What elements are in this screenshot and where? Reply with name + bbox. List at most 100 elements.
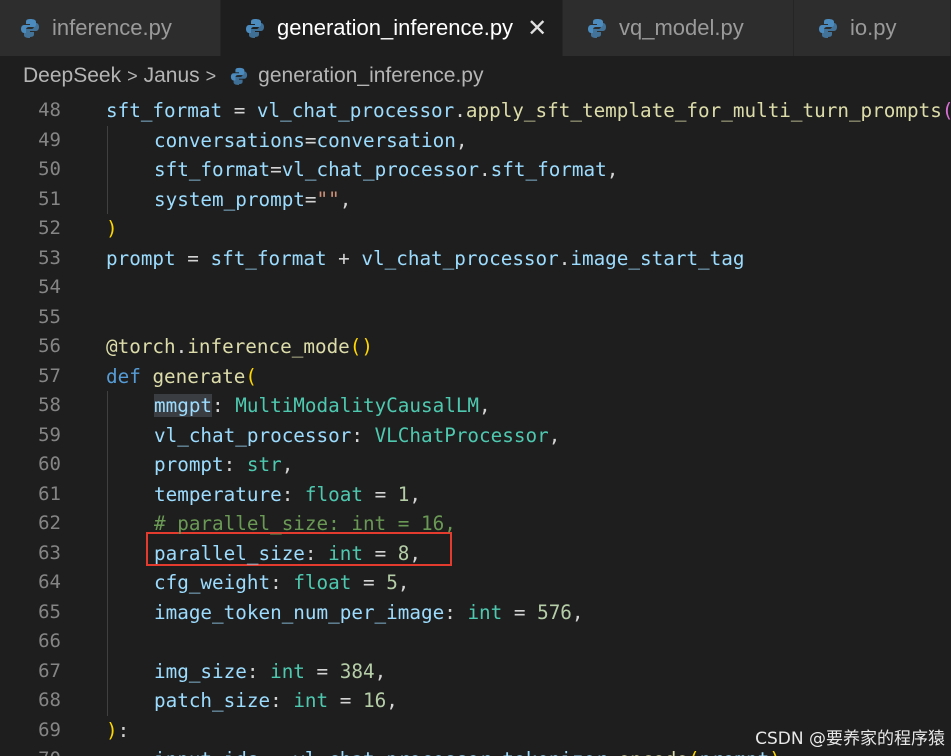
code-token: , xyxy=(386,689,398,712)
line-number: 66 xyxy=(38,630,61,652)
code-token: prompt xyxy=(106,246,176,270)
code-token: : xyxy=(351,423,375,447)
breadcrumb-item-janus[interactable]: Janus xyxy=(144,64,200,88)
code-token: def xyxy=(106,364,141,388)
code-line[interactable]: 61 temperature: float = 1, xyxy=(0,480,951,510)
code-token: : xyxy=(212,394,236,417)
code-text: prompt: str, xyxy=(154,450,293,480)
python-icon xyxy=(230,67,248,85)
code-token: vl_chat_processor xyxy=(281,158,480,181)
code-token: vl_chat_processor xyxy=(256,99,455,122)
code-token: ) xyxy=(106,217,118,240)
code-line[interactable]: 59 vl_chat_processor: VLChatProcessor, xyxy=(0,421,951,451)
code-token: = xyxy=(270,158,282,181)
line-number: 57 xyxy=(38,364,61,387)
code-text: img_size: int = 384, xyxy=(154,657,386,687)
code-token: 1 xyxy=(397,482,410,506)
code-token: prompt xyxy=(700,748,770,756)
code-line[interactable]: 63 parallel_size: int = 8, xyxy=(0,539,951,569)
code-text: temperature: float = 1, xyxy=(154,480,421,510)
tab-vq-model-py[interactable]: vq_model.py xyxy=(563,0,794,56)
line-number: 63 xyxy=(38,541,61,564)
code-text: ) xyxy=(106,214,118,244)
code-token: : xyxy=(304,541,329,565)
code-token: MultiModalityCausalLM xyxy=(235,394,480,417)
code-token: mmgpt xyxy=(154,394,213,417)
code-text: vl_chat_processor: VLChatProcessor, xyxy=(154,421,560,451)
code-token: , xyxy=(409,482,422,506)
line-number: 60 xyxy=(38,453,61,475)
line-number: 48 xyxy=(38,99,61,121)
code-token: . xyxy=(454,99,466,122)
code-token: parallel_size xyxy=(154,541,305,565)
code-line[interactable]: 64 cfg_weight: float = 5, xyxy=(0,568,951,598)
code-token: float xyxy=(304,482,363,506)
line-number: 52 xyxy=(38,217,61,239)
tab-generation-inference-py[interactable]: generation_inference.py ✕ xyxy=(221,0,563,56)
code-line[interactable]: 60 prompt: str, xyxy=(0,450,951,480)
code-line[interactable]: 62 # parallel_size: int = 16, xyxy=(0,509,951,539)
code-token: temperature xyxy=(154,482,282,506)
code-token: , xyxy=(455,128,468,152)
code-line[interactable]: 67 img_size: int = 384, xyxy=(0,657,951,687)
breadcrumb-item-deepseek[interactable]: DeepSeek xyxy=(23,64,121,88)
code-token: = xyxy=(258,748,293,756)
close-icon[interactable]: ✕ xyxy=(527,14,547,43)
code-line[interactable]: 56 @torch.inference_mode() xyxy=(0,332,951,362)
code-token: , xyxy=(409,541,422,565)
code-token: = xyxy=(362,541,398,565)
code-token: ( xyxy=(688,748,700,756)
tab-inference-py[interactable]: inference.py xyxy=(0,0,221,56)
code-token: int xyxy=(270,659,305,683)
code-token: str xyxy=(246,453,282,476)
code-line[interactable]: 49 conversations=conversation, xyxy=(0,126,951,156)
code-token: img_size xyxy=(154,659,247,683)
code-token: = xyxy=(222,99,257,122)
code-token: : xyxy=(117,718,130,742)
line-number: 68 xyxy=(38,689,61,711)
code-line[interactable]: 51 system_prompt="", xyxy=(0,185,951,215)
code-line[interactable]: 53 prompt = sft_format + vl_chat_processo… xyxy=(0,244,951,274)
line-number: 64 xyxy=(38,571,61,593)
code-text: image_token_num_per_image: int = 576, xyxy=(154,598,584,628)
line-number: 53 xyxy=(38,246,61,269)
code-token: input_ids xyxy=(154,748,258,756)
line-number: 70 xyxy=(0,745,61,756)
code-text: @torch.inference_mode() xyxy=(106,332,373,362)
line-number: 54 xyxy=(38,276,61,298)
code-line[interactable]: 48 sft_format = vl_chat_processor.apply_s… xyxy=(0,96,951,126)
code-line[interactable]: 52) xyxy=(0,214,951,244)
code-text: sft_format=vl_chat_processor.sft_format, xyxy=(154,155,618,185)
code-line[interactable]: 65 image_token_num_per_image: int = 576, xyxy=(0,598,951,628)
code-token: ) xyxy=(769,748,781,756)
code-token: @torch xyxy=(106,335,176,358)
python-icon xyxy=(587,18,607,38)
code-token: 8 xyxy=(397,541,410,565)
code-token: ( xyxy=(942,99,951,122)
code-token: , xyxy=(548,423,561,447)
code-token: sft_format xyxy=(106,99,223,122)
code-line[interactable]: 50 sft_format=vl_chat_processor.sft_forma… xyxy=(0,155,951,185)
code-token: = xyxy=(502,600,538,624)
code-line[interactable]: 57 def generate( xyxy=(0,362,951,392)
tab-io-py[interactable]: io.py xyxy=(794,0,951,56)
tab-label: inference.py xyxy=(52,15,172,40)
line-number: 51 xyxy=(38,187,61,210)
code-token: "" xyxy=(316,187,340,211)
code-editor[interactable]: 48 sft_format = vl_chat_processor.apply_s… xyxy=(0,96,951,756)
code-line[interactable]: 66 xyxy=(0,627,951,657)
line-number: 58 xyxy=(38,394,61,416)
code-token: conversation xyxy=(316,128,456,152)
breadcrumb-item-file[interactable]: generation_inference.py xyxy=(258,64,483,88)
code-token: image_token_num_per_image xyxy=(154,600,445,624)
code-line[interactable]: 54 xyxy=(0,273,951,303)
code-line[interactable]: 68 patch_size: int = 16, xyxy=(0,686,951,716)
code-line[interactable]: 58 mmgpt: MultiModalityCausalLM, xyxy=(0,391,951,421)
code-token: , xyxy=(339,187,352,211)
code-token: = xyxy=(175,246,211,270)
code-token: . xyxy=(479,158,491,181)
code-text: # parallel_size: int = 16, xyxy=(154,509,456,539)
code-token: vl_chat_processor xyxy=(361,246,559,270)
code-line[interactable]: 55 xyxy=(0,303,951,333)
code-token: system_prompt xyxy=(154,187,305,211)
